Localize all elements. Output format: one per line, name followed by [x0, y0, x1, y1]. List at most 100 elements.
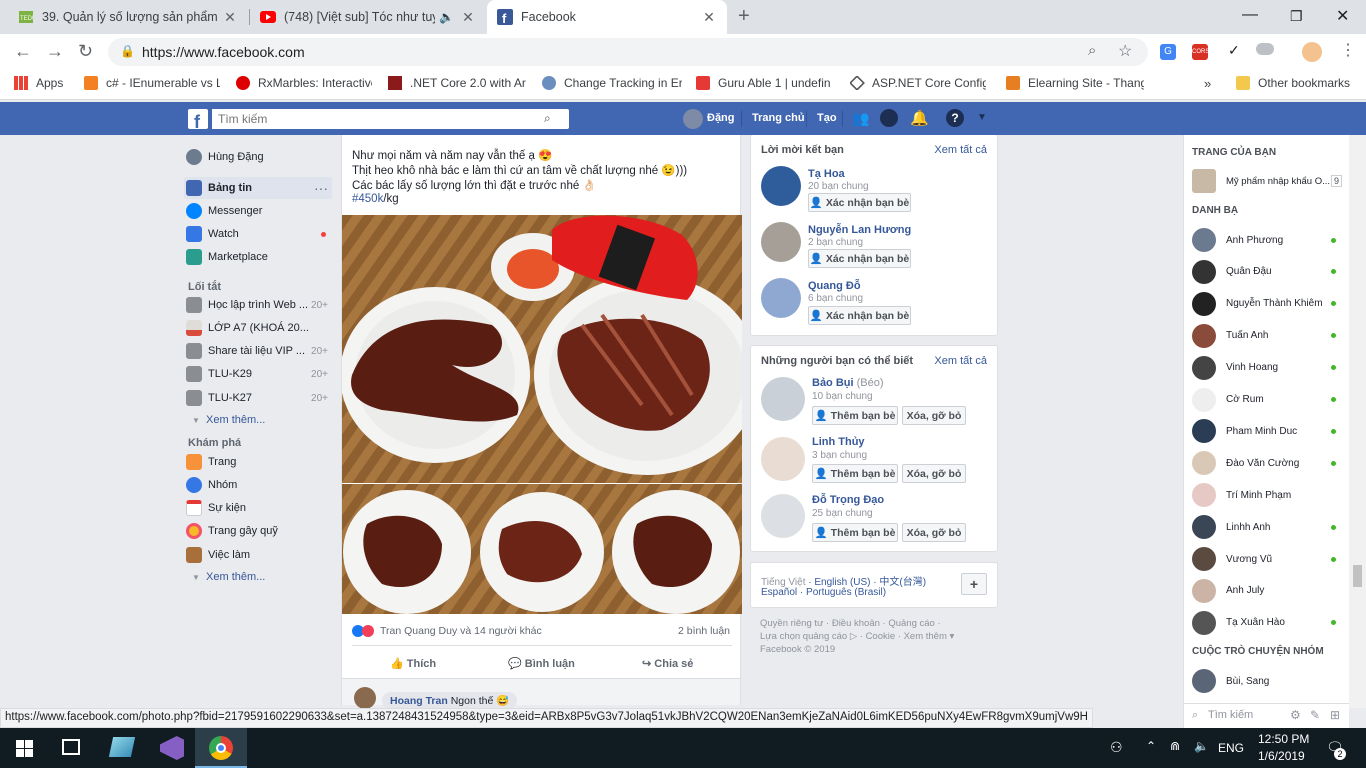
nav-news-feed[interactable]: Bảng tin ··· [184, 177, 332, 199]
translate-extension-icon[interactable]: G [1160, 44, 1176, 60]
close-tab-icon[interactable]: ✕ [460, 9, 476, 26]
wifi-icon[interactable]: ⋒ [1170, 739, 1180, 753]
visual-studio-icon[interactable] [160, 736, 184, 760]
explore-item[interactable]: Nhóm [186, 474, 332, 496]
help-icon[interactable]: ? [946, 109, 964, 127]
contact-item[interactable]: Vinh Hoang [1192, 354, 1342, 382]
people-icon[interactable]: ⚇ [1110, 739, 1123, 756]
avatar[interactable] [761, 278, 801, 318]
mutual-friends[interactable]: 3 bạn chung [812, 450, 867, 461]
check-extension-icon[interactable]: ✓ [1228, 42, 1240, 59]
remove-suggestion-button[interactable]: Xóa, gỡ bỏ [902, 406, 966, 425]
shortcut-item[interactable]: Học lập trình Web ... 20+ [186, 294, 332, 316]
settings-gear-icon[interactable]: ⚙ [1290, 708, 1301, 722]
mutual-friends[interactable]: 2 bạn chung [808, 237, 863, 248]
contact-item[interactable]: Cờ Rum [1192, 386, 1342, 414]
chrome-taskbar-button[interactable] [195, 728, 247, 768]
confirm-request-button[interactable]: 👤 Xác nhận bạn bè [808, 249, 911, 268]
clock-date[interactable]: 1/6/2019 [1258, 749, 1305, 763]
avatar[interactable] [761, 494, 805, 538]
cors-extension-icon[interactable]: CORS [1192, 44, 1209, 60]
contact-item[interactable]: Quân Đậu [1192, 258, 1342, 286]
close-tab-icon[interactable]: ✕ [701, 9, 717, 26]
avatar[interactable] [761, 222, 801, 262]
see-more-explore[interactable]: ▼ Xem thêm... [192, 571, 265, 583]
minimize-icon[interactable]: — [1242, 6, 1258, 24]
like-button[interactable]: 👍 Thích [390, 657, 436, 670]
chevron-up-icon[interactable]: ⌃ [1146, 739, 1156, 753]
forward-icon[interactable]: → [46, 42, 64, 60]
reactions-summary[interactable]: Tran Quang Duy và 14 người khác [380, 625, 542, 637]
notifications-bell-icon[interactable]: 🔔 [910, 109, 929, 127]
person-name[interactable]: Nguyễn Lan Hương [808, 224, 911, 236]
person-name[interactable]: Tạ Hoa [808, 168, 845, 180]
contact-item[interactable]: Tạ Xuân Hào [1192, 609, 1342, 637]
new-message-icon[interactable]: ✎ [1310, 708, 1320, 722]
contact-item[interactable]: Linhh Anh [1192, 513, 1342, 541]
tab-tedu[interactable]: TEDU 39. Quản lý số lượng sản phẩm ✕ [8, 0, 248, 34]
chat-search-input[interactable]: Tìm kiếm [1208, 709, 1253, 721]
confirm-request-button[interactable]: 👤 Xác nhận bạn bè [808, 193, 911, 212]
tab-youtube[interactable]: (748) [Việt sub] Tóc như tuyết 🔈 ✕ [250, 0, 486, 34]
contact-item[interactable]: Anh Phương [1192, 226, 1342, 254]
contact-item[interactable]: Anh July [1192, 577, 1342, 605]
new-group-icon[interactable]: ⊞ [1330, 708, 1340, 722]
bookmark-apps[interactable]: Apps [14, 76, 84, 90]
see-all-link[interactable]: Xem tất cả [934, 144, 987, 156]
account-dropdown-icon[interactable]: ▼ [977, 112, 987, 123]
explore-item[interactable]: Sự kiện [186, 497, 332, 519]
bookmark-star-icon[interactable]: ☆ [1118, 41, 1132, 61]
bookmark-item[interactable]: Elearning Site - Thang [1006, 76, 1144, 90]
shortcut-item[interactable]: TLU-K29 20+ [186, 363, 332, 385]
explore-item[interactable]: Trang [186, 451, 332, 473]
see-all-link[interactable]: Xem tất cả [934, 355, 987, 367]
bookmark-item[interactable]: c# - IEnumerable vs L [84, 76, 220, 90]
profile-avatar[interactable] [1302, 42, 1322, 62]
mutual-friends[interactable]: 20 bạn chung [808, 181, 869, 192]
hashtag-link[interactable]: #450k [352, 193, 383, 205]
comment-count[interactable]: 2 bình luận [678, 625, 730, 637]
zoom-icon[interactable]: ⌕ [1088, 42, 1096, 59]
add-language-button[interactable]: + [961, 573, 987, 595]
create-link[interactable]: Tạo [817, 112, 837, 124]
avatar[interactable] [761, 377, 805, 421]
tab-facebook[interactable]: f Facebook ✕ [487, 0, 727, 34]
add-friend-button[interactable]: 👤 Thêm bạn bè [812, 523, 898, 542]
confirm-request-button[interactable]: 👤 Xác nhận bạn bè [808, 306, 911, 325]
bookmark-item[interactable]: ASP.NET Core Config [850, 76, 986, 90]
menu-dots-icon[interactable]: ⋮ [1340, 40, 1356, 60]
drive-extension-icon[interactable] [1256, 43, 1274, 55]
nav-messenger[interactable]: Messenger [186, 200, 332, 222]
friend-requests-icon[interactable]: 👥 [852, 110, 869, 127]
person-name[interactable]: Quang Đỗ [808, 280, 861, 292]
person-name[interactable]: Đỗ Trọng Đạo [812, 494, 884, 506]
profile-link[interactable]: Đặng [707, 112, 735, 124]
group-chat-item[interactable]: Bùi, Sang [1192, 667, 1342, 695]
post-photo-top[interactable] [342, 215, 742, 483]
contact-item[interactable]: Pham Minh Duc [1192, 417, 1342, 445]
shortcut-item[interactable]: Share tài liệu VIP ... 20+ [186, 340, 332, 362]
contact-item[interactable]: Trí Minh Phạm [1192, 481, 1342, 509]
search-input[interactable] [212, 109, 532, 129]
share-button[interactable]: ↪ Chia sẻ [642, 657, 693, 670]
see-more-shortcuts[interactable]: ▼ Xem thêm... [192, 414, 265, 426]
language-indicator[interactable]: ENG [1218, 741, 1244, 755]
other-bookmarks[interactable]: Other bookmarks [1236, 76, 1364, 90]
close-tab-icon[interactable]: ✕ [222, 9, 238, 26]
avatar[interactable] [354, 687, 376, 709]
home-link[interactable]: Trang chủ [752, 112, 805, 124]
search-icon[interactable]: ⌕ [544, 111, 551, 126]
contact-item[interactable]: Nguyễn Thành Khiêm [1192, 290, 1342, 318]
mutual-friends[interactable]: 10 bạn chung [812, 391, 873, 402]
bookmark-item[interactable]: RxMarbles: Interactive [236, 76, 372, 90]
avatar[interactable] [683, 109, 703, 129]
facebook-search[interactable]: ⌕ [212, 109, 569, 129]
explore-item[interactable]: Việc làm [186, 544, 332, 566]
contact-item[interactable]: Vương Vũ [1192, 545, 1342, 573]
facebook-logo-icon[interactable]: f [188, 109, 208, 129]
messenger-icon[interactable] [880, 109, 898, 127]
reload-icon[interactable]: ↻ [78, 42, 93, 60]
speaker-icon[interactable]: 🔈 [439, 10, 454, 24]
close-window-icon[interactable]: ✕ [1336, 6, 1349, 26]
contact-item[interactable]: Tuấn Anh [1192, 322, 1342, 350]
